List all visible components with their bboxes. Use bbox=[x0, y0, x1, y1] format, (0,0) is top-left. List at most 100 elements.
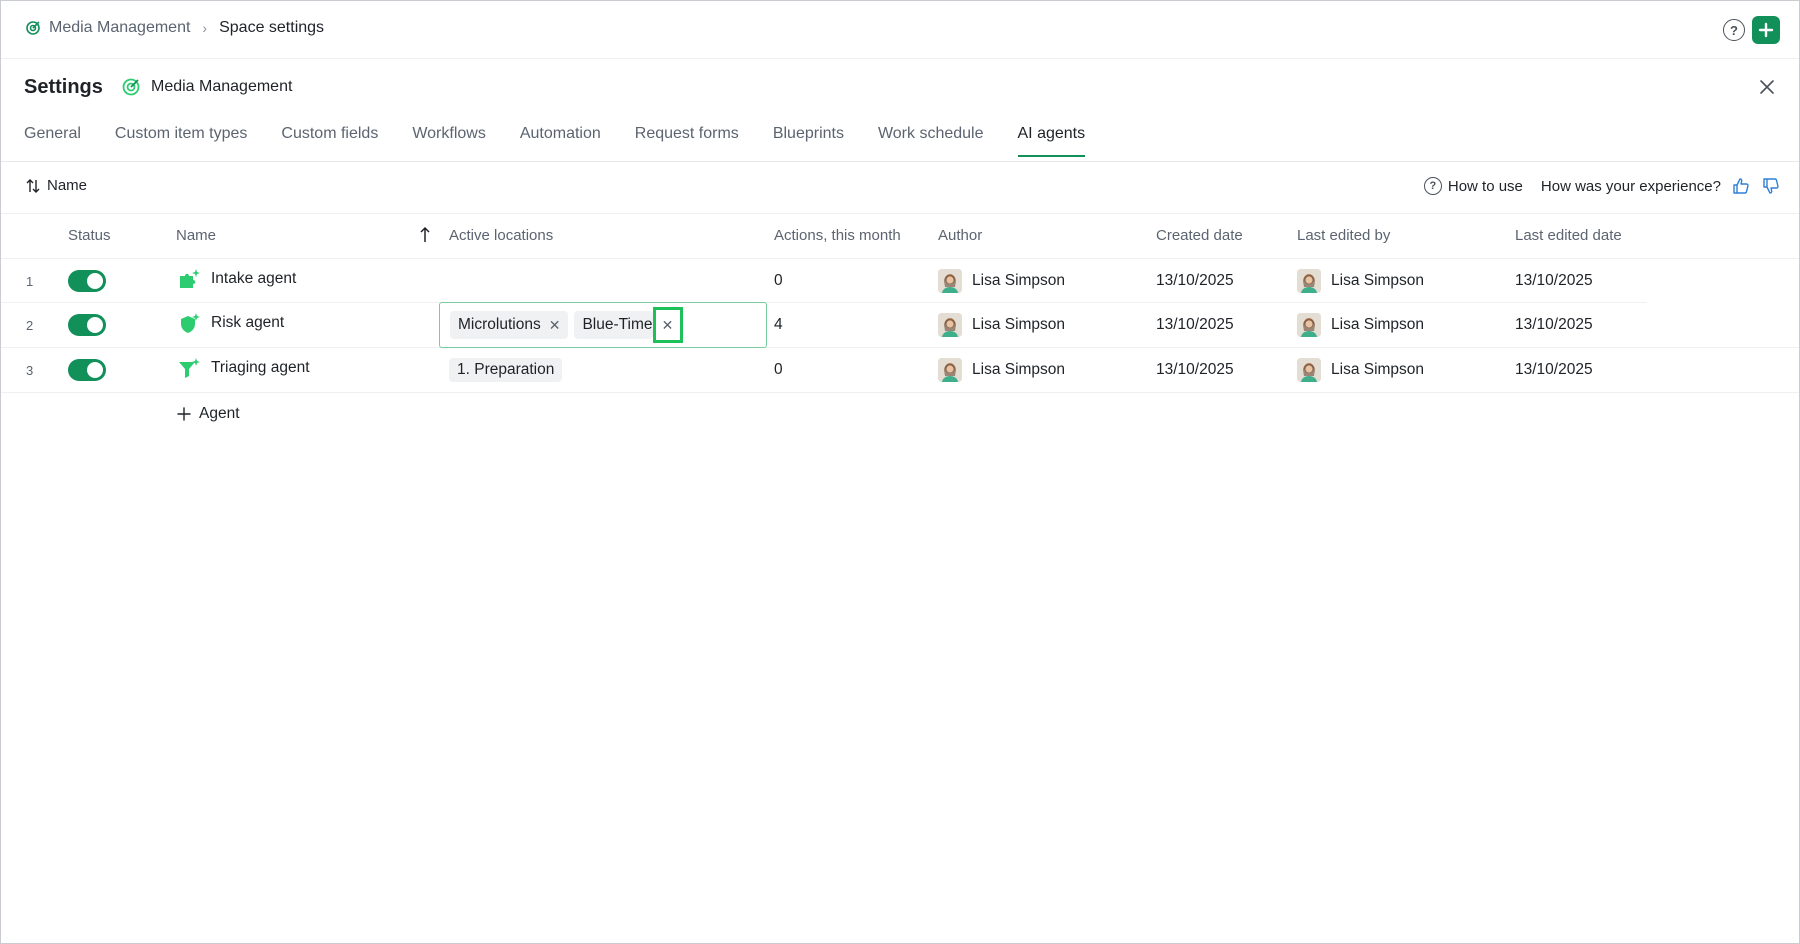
last-edited-date: 13/10/2025 bbox=[1515, 361, 1593, 378]
last-edited-by-cell: Lisa Simpson bbox=[1297, 348, 1424, 392]
status-toggle[interactable] bbox=[68, 270, 106, 292]
how-to-use-label: How to use bbox=[1447, 177, 1523, 195]
row-divider bbox=[1, 392, 1799, 393]
puzzle-sparkle-icon bbox=[180, 269, 200, 288]
feedback-prompt: How was your experience? bbox=[1540, 177, 1721, 195]
breadcrumb-space-link[interactable]: Media Management bbox=[49, 19, 190, 37]
space-name: Media Management bbox=[151, 78, 293, 95]
location-chip: 1. Preparation bbox=[449, 358, 563, 382]
sort-ascending-icon[interactable] bbox=[417, 226, 433, 244]
sort-button[interactable]: Name bbox=[25, 177, 87, 194]
author-name: Lisa Simpson bbox=[972, 361, 1066, 378]
location-tag-label: Microlutions bbox=[458, 316, 541, 333]
status-toggle-cell bbox=[68, 259, 106, 303]
location-tag: Blue-Time bbox=[574, 311, 653, 339]
status-toggle[interactable] bbox=[68, 359, 106, 381]
remove-tag-icon[interactable]: ✕ bbox=[549, 317, 561, 334]
author-cell: Lisa Simpson bbox=[938, 259, 1065, 303]
chevron-right-icon: › bbox=[202, 20, 208, 36]
plus-icon bbox=[177, 407, 191, 421]
space-header: Media Management bbox=[121, 77, 292, 97]
tab-blueprints[interactable]: Blueprints bbox=[773, 125, 844, 157]
avatar bbox=[1297, 313, 1321, 337]
tab-automation[interactable]: Automation bbox=[520, 125, 601, 157]
remove-tag-button[interactable]: ✕ bbox=[652, 307, 683, 343]
agent-name-cell[interactable]: Triaging agent bbox=[177, 346, 310, 390]
last-edited-by-name: Lisa Simpson bbox=[1331, 316, 1425, 333]
column-header-last-edited-by[interactable]: Last edited by bbox=[1297, 227, 1390, 244]
author-name: Lisa Simpson bbox=[972, 272, 1066, 289]
status-toggle[interactable] bbox=[68, 314, 106, 336]
tab-general[interactable]: General bbox=[24, 125, 81, 157]
last-edited-date: 13/10/2025 bbox=[1515, 316, 1593, 333]
table-row[interactable]: 1 Intake agent 0 Lisa Simpson 13/10/2025… bbox=[1, 259, 1799, 303]
actions-count: 4 bbox=[774, 316, 783, 333]
space-target-icon bbox=[26, 21, 40, 35]
column-header-name[interactable]: Name bbox=[176, 227, 216, 244]
tab-workflows[interactable]: Workflows bbox=[412, 125, 486, 157]
active-locations-cell[interactable]: 1. Preparation bbox=[449, 348, 563, 392]
author-cell: Lisa Simpson bbox=[938, 348, 1065, 392]
avatar bbox=[1297, 269, 1321, 293]
actions-count: 0 bbox=[774, 361, 783, 378]
row-number: 1 bbox=[26, 273, 34, 289]
close-icon[interactable] bbox=[1757, 77, 1777, 97]
avatar bbox=[938, 358, 962, 382]
plus-icon bbox=[1758, 22, 1774, 38]
column-header-active-locations[interactable]: Active locations bbox=[449, 227, 553, 244]
app-window: Media Management › Space settings ? Sett… bbox=[0, 0, 1800, 944]
status-toggle-cell bbox=[68, 303, 106, 347]
top-bar: Media Management › Space settings ? bbox=[1, 1, 1799, 59]
last-edited-by-name: Lisa Simpson bbox=[1331, 361, 1425, 378]
add-button[interactable] bbox=[1752, 16, 1780, 44]
toolbar-divider bbox=[1, 213, 1799, 214]
question-icon: ? bbox=[1423, 177, 1442, 195]
thumbs-up-icon[interactable] bbox=[1731, 176, 1751, 196]
column-header-last-edited-date[interactable]: Last edited date bbox=[1515, 227, 1622, 244]
row-number: 3 bbox=[26, 362, 34, 378]
how-to-use-link[interactable]: ? How to use bbox=[1423, 177, 1523, 195]
close-icon: ✕ bbox=[661, 316, 674, 333]
last-edited-by-cell: Lisa Simpson bbox=[1297, 303, 1424, 347]
created-date: 13/10/2025 bbox=[1156, 316, 1234, 333]
avatar bbox=[938, 269, 962, 293]
agent-name: Triaging agent bbox=[211, 359, 310, 376]
thumbs-down-icon[interactable] bbox=[1761, 176, 1781, 196]
author-cell: Lisa Simpson bbox=[938, 303, 1065, 347]
created-date: 13/10/2025 bbox=[1156, 272, 1234, 289]
sort-icon bbox=[26, 178, 40, 193]
agent-name-cell[interactable]: Risk agent bbox=[177, 301, 284, 345]
column-header-author[interactable]: Author bbox=[938, 227, 982, 244]
page-title: Settings bbox=[24, 76, 103, 98]
tab-request-forms[interactable]: Request forms bbox=[635, 125, 739, 157]
toolbar-right: ? How to use How was your experience? bbox=[1423, 176, 1781, 196]
tab-custom-fields[interactable]: Custom fields bbox=[281, 125, 378, 157]
shield-sparkle-icon bbox=[181, 313, 200, 333]
table-row[interactable]: 3 Triaging agent 1. Preparation 0 Lisa S… bbox=[1, 348, 1799, 392]
add-agent-label: Agent bbox=[199, 405, 240, 422]
location-tag: Microlutions ✕ bbox=[450, 311, 569, 339]
agent-name: Intake agent bbox=[211, 270, 297, 287]
column-header-status[interactable]: Status bbox=[68, 227, 111, 244]
column-header-actions[interactable]: Actions, this month bbox=[774, 227, 901, 244]
last-edited-date: 13/10/2025 bbox=[1515, 272, 1593, 289]
breadcrumb-current: Space settings bbox=[219, 19, 325, 36]
active-locations-editor[interactable]: Microlutions ✕ Blue-Time ✕ bbox=[439, 302, 767, 348]
breadcrumb: Media Management › Space settings bbox=[25, 19, 324, 37]
add-agent-button[interactable]: Agent bbox=[177, 405, 240, 423]
settings-tabs: General Custom item types Custom fields … bbox=[24, 125, 1119, 157]
status-toggle-cell bbox=[68, 348, 106, 392]
tab-custom-item-types[interactable]: Custom item types bbox=[115, 125, 247, 157]
tab-work-schedule[interactable]: Work schedule bbox=[878, 125, 984, 157]
created-date: 13/10/2025 bbox=[1156, 361, 1234, 378]
agent-name-cell[interactable]: Intake agent bbox=[177, 257, 296, 301]
table-row[interactable]: 2 Risk agent 4 Lisa Simpson 13/10/2025 L… bbox=[1, 303, 1799, 347]
row-number: 2 bbox=[26, 317, 34, 333]
column-header-created-date[interactable]: Created date bbox=[1156, 227, 1243, 244]
help-icon[interactable]: ? bbox=[1723, 19, 1745, 41]
table-header: Status Name Active locations Actions, th… bbox=[1, 225, 1799, 257]
tab-ai-agents[interactable]: AI agents bbox=[1017, 125, 1085, 157]
last-edited-by-name: Lisa Simpson bbox=[1331, 272, 1425, 289]
avatar bbox=[1297, 358, 1321, 382]
tabs-divider bbox=[1, 161, 1799, 162]
